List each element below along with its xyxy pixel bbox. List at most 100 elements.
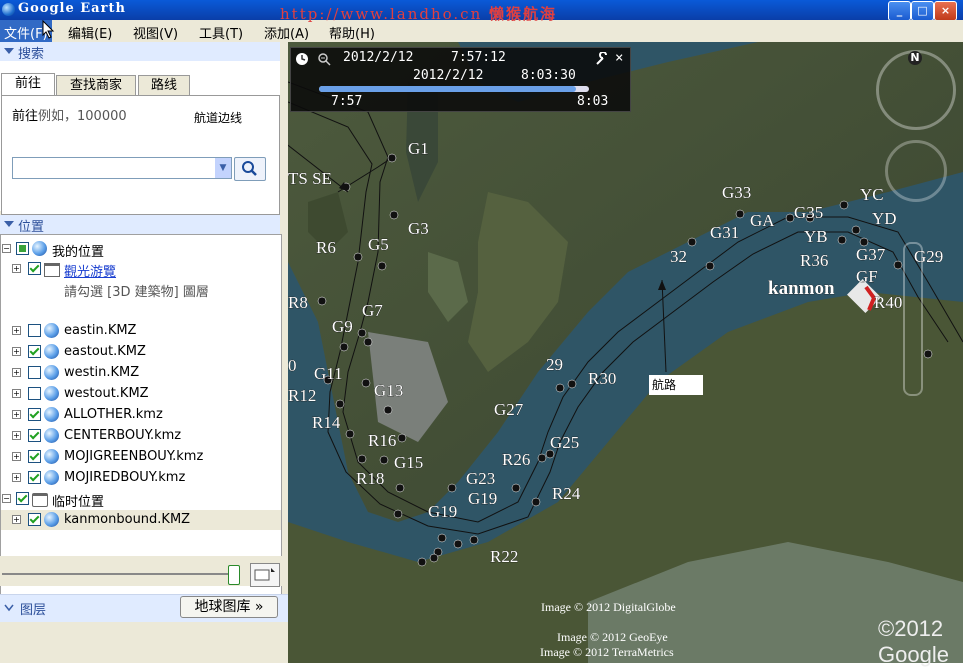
tree-label: MOJIREDBOUY.kmz <box>64 470 186 485</box>
tree-row-kmz[interactable]: + CENTERBOUY.kmz <box>1 426 281 446</box>
buoy-label: R12 <box>288 386 316 405</box>
clock-icon[interactable] <box>295 52 309 66</box>
buoy-label: G19 <box>428 502 457 521</box>
earth-gallery-button[interactable]: 地球图库 » <box>180 596 278 618</box>
collapse-toggle-icon[interactable]: − <box>2 244 11 253</box>
checkbox[interactable] <box>28 429 41 442</box>
menu-view[interactable]: 视图(V) <box>133 23 178 42</box>
tree-row-my-places[interactable]: − 我的位置 <box>1 239 281 260</box>
maximize-button[interactable]: □ <box>911 1 934 21</box>
time-clock-1: 7:57:12 <box>451 50 506 65</box>
checkbox[interactable] <box>28 366 41 379</box>
expand-toggle-icon[interactable]: + <box>12 431 21 440</box>
credit-geoeye: Image © 2012 GeoEye <box>557 630 668 644</box>
checkbox[interactable] <box>28 513 41 526</box>
close-timebar-icon[interactable]: × <box>615 50 623 66</box>
checkbox[interactable] <box>16 242 29 255</box>
time-slider-track[interactable] <box>319 86 589 92</box>
menu-help[interactable]: 帮助(H) <box>329 23 375 42</box>
buoy-label: R24 <box>552 484 581 503</box>
search-panel-header[interactable]: 搜索 <box>0 42 280 62</box>
credit-terrametrics: Image © 2012 TerraMetrics <box>540 645 674 659</box>
expand-toggle-icon[interactable]: + <box>12 347 21 356</box>
menu-edit[interactable]: 编辑(E) <box>68 23 112 42</box>
buoy-label: G19 <box>468 489 497 508</box>
opacity-slider-handle[interactable] <box>228 565 240 585</box>
tree-row-kmz[interactable]: + westin.KMZ <box>1 363 281 383</box>
buoy-label: YC <box>860 185 884 204</box>
buoy-label: G3 <box>408 219 429 238</box>
folder-icon <box>44 263 60 277</box>
tree-row-temp-places[interactable]: − 临时位置 <box>1 489 281 510</box>
search-button[interactable] <box>234 157 266 181</box>
expand-arrow-icon <box>4 604 14 612</box>
expand-toggle-icon[interactable]: + <box>12 368 21 377</box>
tour-button[interactable] <box>250 563 280 587</box>
look-control[interactable] <box>885 140 947 202</box>
checkbox[interactable] <box>28 324 41 337</box>
checkbox[interactable] <box>28 345 41 358</box>
compass-control[interactable]: N <box>876 50 956 130</box>
folder-tour-icon <box>254 568 275 581</box>
minimize-button[interactable]: _ <box>888 1 911 21</box>
tree-row-kmz[interactable]: + MOJIGREENBOUY.kmz <box>1 447 281 467</box>
wrench-icon[interactable] <box>595 52 609 66</box>
north-indicator: N <box>908 51 922 65</box>
tree-row-kmz[interactable]: + ALLOTHER.kmz <box>1 405 281 425</box>
zoom-slider[interactable] <box>903 242 923 396</box>
tree-row-kmz[interactable]: + eastout.KMZ <box>1 342 281 362</box>
tab-goto[interactable]: 前往 <box>1 73 55 96</box>
checkbox[interactable] <box>28 450 41 463</box>
expand-toggle-icon[interactable]: + <box>12 515 21 524</box>
tree-label: ALLOTHER.kmz <box>64 407 163 422</box>
buoy-label: GF <box>856 267 878 286</box>
globe-icon <box>44 470 59 485</box>
checkbox[interactable] <box>16 492 29 505</box>
tree-row-kmz[interactable]: + eastin.KMZ <box>1 321 281 341</box>
expand-toggle-icon[interactable]: + <box>12 389 21 398</box>
goto-label-text: 前往 <box>12 109 39 124</box>
tab-find-business[interactable]: 查找商家 <box>56 75 136 96</box>
tree-row-kmz[interactable]: + westout.KMZ <box>1 384 281 404</box>
time-start-label: 7:57 <box>331 94 363 109</box>
zoom-out-icon[interactable] <box>317 52 331 66</box>
menu-add[interactable]: 添加(A) <box>264 23 309 42</box>
buoy-label: G27 <box>494 400 524 419</box>
time-date-1: 2012/2/12 <box>343 50 414 65</box>
buoy-label: TS SE <box>288 169 332 188</box>
map-view[interactable]: G1 G3 G5 G7 G9 G11 G13 G15 G19 G19 G23 G… <box>288 42 963 663</box>
expand-toggle-icon[interactable]: + <box>12 410 21 419</box>
goto-input[interactable]: ▼ <box>12 157 232 179</box>
checkbox[interactable] <box>28 471 41 484</box>
expand-toggle-icon[interactable]: + <box>12 473 21 482</box>
search-header-label: 搜索 <box>18 47 45 62</box>
google-logo: ©2012 Google <box>878 616 949 667</box>
opacity-slider-track[interactable] <box>2 573 236 575</box>
close-button[interactable]: × <box>934 1 957 21</box>
globe-icon <box>44 428 59 443</box>
collapse-toggle-icon[interactable]: − <box>2 494 11 503</box>
checkbox[interactable] <box>28 408 41 421</box>
time-date-2: 2012/2/12 <box>413 68 484 83</box>
checkbox[interactable] <box>28 387 41 400</box>
expand-toggle-icon[interactable]: + <box>12 452 21 461</box>
watermark-cn: 懒猴航海 <box>489 5 558 23</box>
buoy-label: R40 <box>874 293 902 312</box>
menu-tools[interactable]: 工具(T) <box>199 23 243 42</box>
dropdown-arrow-icon[interactable]: ▼ <box>215 158 231 178</box>
tree-label: 我的位置 <box>52 245 105 260</box>
watermark-url: http://www.landho.cn <box>280 5 483 23</box>
expand-toggle-icon[interactable]: + <box>12 326 21 335</box>
buoy-label: GA <box>750 211 775 230</box>
buoy-label: YB <box>804 227 828 246</box>
tab-directions[interactable]: 路线 <box>138 75 190 96</box>
expand-toggle-icon[interactable]: + <box>12 264 21 273</box>
checkbox[interactable] <box>28 262 41 275</box>
tree-row-sightseeing[interactable]: + 觀光游覽 <box>1 259 281 280</box>
tree-row-kanmonbound[interactable]: + kanmonbound.KMZ <box>1 510 281 530</box>
sightseeing-link[interactable]: 觀光游覽 <box>64 261 116 280</box>
tree-row-kmz[interactable]: + MOJIREDBOUY.kmz <box>1 468 281 488</box>
places-panel-header[interactable]: 位置 <box>0 215 280 235</box>
tree-label: MOJIGREENBOUY.kmz <box>64 449 204 464</box>
buoy-label: G5 <box>368 235 389 254</box>
